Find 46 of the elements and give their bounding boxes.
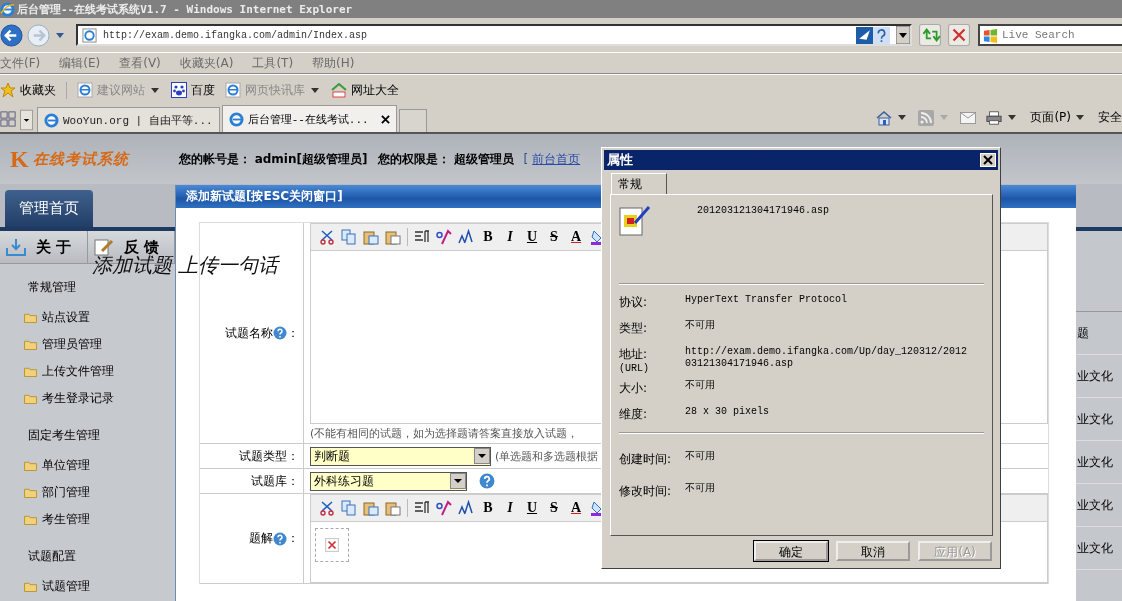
property-value: http://exam.demo.ifangka.com/Up/day_120312/201203121304171946.asp (685, 346, 969, 371)
property-label: 地址: (619, 346, 649, 363)
rights-value: 超级管理员 (453, 150, 514, 168)
table-cell-text: 业文化 (1077, 496, 1114, 514)
field-label: 试题名称 (225, 324, 273, 342)
field-label: 试题库 (251, 472, 287, 490)
property-label: 大小: (619, 380, 649, 397)
window-title: 后台管理--在线考试系统V1.7 - Windows Internet Explorer (17, 1, 353, 17)
sidebar-heading: 试题配置 (27, 547, 77, 565)
property-value: 不可用 (685, 451, 716, 464)
table-cell-text: 业文化 (1077, 453, 1114, 471)
label-colon: ： (287, 530, 299, 547)
table-cell-text: 题 (1077, 324, 1090, 342)
sidebar-heading: 常规管理 (27, 278, 77, 296)
property-value: 不可用 (685, 380, 716, 393)
file-name: 201203121304171946.asp (697, 205, 830, 218)
property-value: 28 x 30 pixels (685, 406, 770, 419)
property-sublabel: (URL) (619, 363, 650, 374)
property-value: 不可用 (685, 483, 716, 496)
property-value: 不可用 (685, 320, 716, 333)
table-cell-text: 业文化 (1077, 539, 1114, 557)
url-text: http://exam.demo.ifangka.com/admin/Index.asp (103, 29, 369, 41)
label-colon: ： (287, 447, 299, 465)
field-hint: (单选题和多选题根据 (495, 448, 599, 464)
property-label: 维度: (619, 406, 649, 423)
bracket-text: [ (523, 152, 529, 166)
search-placeholder: Live Search (1002, 29, 1075, 41)
logo-letter: K (10, 145, 29, 173)
property-label: 创建时间: (619, 451, 673, 468)
field-label: 试题类型 (239, 447, 287, 465)
property-value: HyperText Transfer Protocol (685, 294, 849, 307)
sidebar-heading: 固定考生管理 (27, 426, 101, 444)
dialog-title: 属性 (607, 151, 633, 169)
table-cell-text: 业文化 (1077, 367, 1114, 385)
account-value: admin[超级管理员] (254, 150, 368, 168)
property-label: 协议: (619, 294, 649, 311)
label-colon: ： (287, 324, 299, 342)
property-label: 修改时间: (619, 483, 673, 500)
logo-text: 在线考试系统 (32, 149, 129, 169)
label-colon: ： (287, 472, 299, 490)
account-label: 您的帐号是： (178, 150, 251, 168)
field-hint: (不能有相同的试题，如为选择题请答案直接放入试题， (310, 426, 580, 442)
property-label: 类型: (619, 320, 649, 337)
field-label: 题解 (249, 530, 273, 547)
rights-label: 您的权限是： (377, 150, 450, 168)
table-cell-text: 业文化 (1077, 410, 1114, 428)
